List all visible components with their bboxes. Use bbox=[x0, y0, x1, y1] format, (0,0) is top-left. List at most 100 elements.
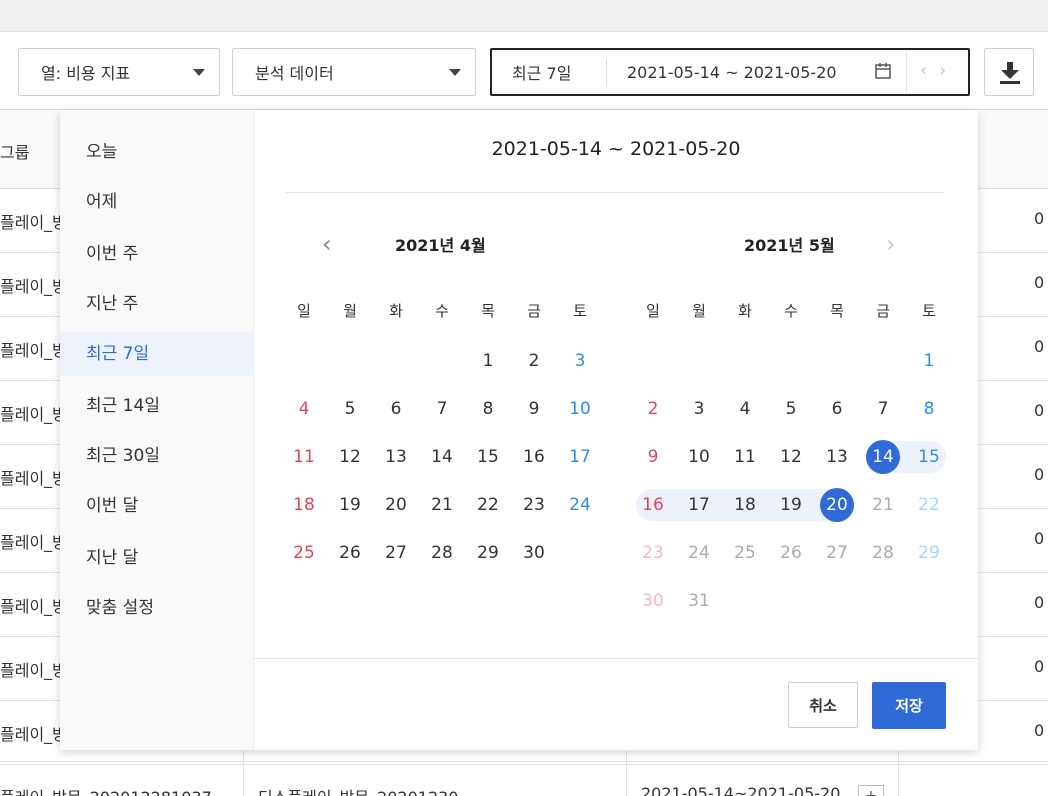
calendar-day[interactable]: 21 bbox=[863, 488, 903, 522]
calendar-icon[interactable] bbox=[874, 62, 892, 80]
calendar-day[interactable]: 24 bbox=[560, 488, 600, 522]
calendar-day[interactable]: 3 bbox=[560, 344, 600, 378]
preset-last-7-days[interactable]: 최근 7일 bbox=[60, 332, 254, 376]
calendar-day[interactable]: 19 bbox=[771, 488, 811, 522]
calendar-day[interactable]: 7 bbox=[863, 392, 903, 426]
chevron-right-icon[interactable]: › bbox=[886, 230, 896, 258]
divider bbox=[254, 658, 978, 659]
preset-yesterday[interactable]: 어제 bbox=[60, 180, 254, 224]
preset-this-month[interactable]: 이번 달 bbox=[60, 484, 254, 528]
weekday-label: 화 bbox=[738, 302, 752, 320]
preset-custom[interactable]: 맞춤 설정 bbox=[60, 586, 254, 630]
calendar-day[interactable]: 15 bbox=[468, 440, 508, 474]
calendar-day[interactable]: 22 bbox=[909, 488, 949, 522]
calendar-day[interactable]: 29 bbox=[909, 536, 949, 570]
preset-last-week[interactable]: 지난 주 bbox=[60, 282, 254, 326]
calendar-pane: 2021-05-14 ~ 2021-05-20 ‹ › 2021년 4월 202… bbox=[254, 110, 978, 750]
calendar-day[interactable]: 9 bbox=[633, 440, 673, 474]
calendar-day[interactable]: 6 bbox=[376, 392, 416, 426]
calendar-day[interactable]: 30 bbox=[633, 584, 673, 618]
save-button[interactable]: 저장 bbox=[872, 682, 946, 729]
calendar-day[interactable]: 22 bbox=[468, 488, 508, 522]
calendar-day[interactable]: 2 bbox=[514, 344, 554, 378]
column-metric-select[interactable]: 열: 비용 지표 bbox=[18, 48, 220, 96]
calendar-day[interactable]: 19 bbox=[330, 488, 370, 522]
table-row[interactable]: 플레이_방문_202012281037 디스플레이_방문_20201230 20… bbox=[0, 761, 1048, 796]
calendar-day[interactable]: 11 bbox=[725, 440, 765, 474]
calendar-day[interactable]: 27 bbox=[817, 536, 857, 570]
weekday-label: 수 bbox=[784, 302, 798, 320]
calendar-day[interactable]: 23 bbox=[633, 536, 673, 570]
calendar-day[interactable]: 13 bbox=[817, 440, 857, 474]
calendar-day[interactable]: 28 bbox=[863, 536, 903, 570]
calendar-day[interactable]: 23 bbox=[514, 488, 554, 522]
calendar-day[interactable]: 24 bbox=[679, 536, 719, 570]
calendar-day[interactable]: 10 bbox=[679, 440, 719, 474]
calendar-day[interactable]: 7 bbox=[422, 392, 462, 426]
weekday-label: 월 bbox=[692, 302, 706, 320]
calendar-day[interactable]: 5 bbox=[330, 392, 370, 426]
weekday-label: 화 bbox=[389, 302, 403, 320]
calendar-day[interactable]: 14 bbox=[863, 440, 903, 474]
calendar-day[interactable]: 4 bbox=[284, 392, 324, 426]
column-metric-select-label: 열: 비용 지표 bbox=[41, 64, 131, 83]
calendar-day[interactable]: 12 bbox=[771, 440, 811, 474]
calendar-day[interactable]: 29 bbox=[468, 536, 508, 570]
calendar-day[interactable]: 8 bbox=[468, 392, 508, 426]
chevron-left-icon[interactable]: ‹ bbox=[322, 230, 332, 258]
calendar-day[interactable]: 11 bbox=[284, 440, 324, 474]
weekday-label: 수 bbox=[435, 302, 449, 320]
calendar-day[interactable]: 17 bbox=[560, 440, 600, 474]
calendar-day[interactable]: 2 bbox=[633, 392, 673, 426]
chevron-left-icon[interactable]: ‹ bbox=[920, 60, 927, 81]
cancel-button[interactable]: 취소 bbox=[788, 682, 858, 728]
calendar-day[interactable]: 1 bbox=[909, 344, 949, 378]
date-range-field[interactable]: 최근 7일 2021-05-14 ~ 2021-05-20 ‹ › bbox=[490, 48, 970, 96]
calendar-day[interactable]: 1 bbox=[468, 344, 508, 378]
selected-range-title: 2021-05-14 ~ 2021-05-20 bbox=[491, 138, 741, 160]
calendar-day[interactable]: 31 bbox=[679, 584, 719, 618]
weekday-label: 토 bbox=[573, 302, 587, 320]
date-picker-popup: 오늘 어제 이번 주 지난 주 최근 7일 최근 14일 최근 30일 이번 달… bbox=[60, 110, 978, 750]
calendar-day[interactable]: 28 bbox=[422, 536, 462, 570]
calendar-day[interactable]: 26 bbox=[330, 536, 370, 570]
calendar-day[interactable]: 4 bbox=[725, 392, 765, 426]
calendar-day[interactable]: 14 bbox=[422, 440, 462, 474]
calendar-day[interactable]: 30 bbox=[514, 536, 554, 570]
calendar-day[interactable]: 21 bbox=[422, 488, 462, 522]
preset-last-30-days[interactable]: 최근 30일 bbox=[60, 434, 254, 478]
top-strip bbox=[0, 0, 1048, 32]
analysis-data-select-label: 분석 데이터 bbox=[255, 64, 334, 83]
calendar-day[interactable]: 16 bbox=[633, 488, 673, 522]
calendar-day[interactable]: 5 bbox=[771, 392, 811, 426]
table-cell: 플레이_방 bbox=[0, 469, 67, 488]
calendar-day[interactable]: 20 bbox=[817, 488, 857, 522]
calendar-day[interactable]: 25 bbox=[725, 536, 765, 570]
preset-this-week[interactable]: 이번 주 bbox=[60, 232, 254, 276]
calendar-day[interactable]: 10 bbox=[560, 392, 600, 426]
calendar-day[interactable]: 18 bbox=[725, 488, 765, 522]
calendar-day[interactable]: 12 bbox=[330, 440, 370, 474]
calendar-day[interactable]: 9 bbox=[514, 392, 554, 426]
calendar-day[interactable]: 20 bbox=[376, 488, 416, 522]
preset-last-14-days[interactable]: 최근 14일 bbox=[60, 384, 254, 428]
calendar-day[interactable]: 15 bbox=[909, 440, 949, 474]
calendar-day[interactable]: 26 bbox=[771, 536, 811, 570]
calendar-day[interactable]: 18 bbox=[284, 488, 324, 522]
preset-last-month[interactable]: 지난 달 bbox=[60, 536, 254, 580]
calendar-day[interactable]: 25 bbox=[284, 536, 324, 570]
calendar-day[interactable]: 27 bbox=[376, 536, 416, 570]
calendar-day[interactable]: 13 bbox=[376, 440, 416, 474]
plus-icon[interactable]: + bbox=[858, 785, 884, 796]
calendar-day[interactable]: 16 bbox=[514, 440, 554, 474]
divider bbox=[606, 59, 607, 87]
download-button[interactable] bbox=[984, 48, 1034, 96]
preset-today[interactable]: 오늘 bbox=[60, 130, 254, 174]
calendar-day[interactable]: 8 bbox=[909, 392, 949, 426]
calendar-day[interactable]: 3 bbox=[679, 392, 719, 426]
calendar-day[interactable]: 17 bbox=[679, 488, 719, 522]
analysis-data-select[interactable]: 분석 데이터 bbox=[232, 48, 476, 96]
calendar-day[interactable]: 6 bbox=[817, 392, 857, 426]
chevron-right-icon[interactable]: › bbox=[939, 60, 946, 81]
table-cell-value: 0 bbox=[1034, 465, 1045, 484]
